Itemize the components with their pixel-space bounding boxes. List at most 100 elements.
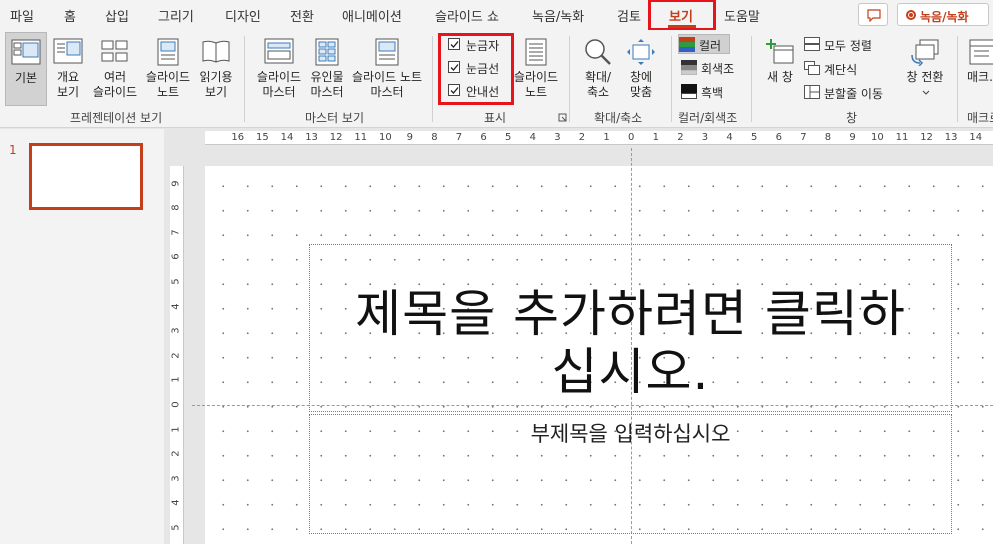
zoom-button[interactable]: 확대/ 축소 xyxy=(577,32,619,106)
slide-sorter-button[interactable]: 여러 슬라이드 xyxy=(89,32,141,106)
tab-slideshow[interactable]: 슬라이드 쇼 xyxy=(435,6,499,25)
comments-button[interactable] xyxy=(858,3,888,26)
record-label: 녹음/녹화 xyxy=(920,10,969,24)
normal-view-label: 기본 xyxy=(14,71,38,85)
reading-view-button[interactable]: 읽기용 보기 xyxy=(195,32,237,106)
tab-insert[interactable]: 삽입 xyxy=(105,6,129,25)
switch-windows-button[interactable]: 창 전환 xyxy=(901,32,949,106)
slide-thumbnail[interactable] xyxy=(29,143,143,210)
ruler-tick-label: 3 xyxy=(170,475,182,482)
ruler-tick-label: 10 xyxy=(379,132,392,143)
notes-button[interactable]: 슬라이드 노트 xyxy=(512,32,560,106)
ruler-tick-label: 14 xyxy=(280,132,294,143)
ribbon-divider xyxy=(751,36,752,122)
handout-master-button[interactable]: 유인물 마스터 xyxy=(307,32,347,106)
group-label-macros: 매크로 xyxy=(967,111,993,125)
new-window-button[interactable]: 새 창 xyxy=(758,32,802,106)
notes-label: 슬라이드 노트 xyxy=(513,70,559,99)
ruler-tick-label: 11 xyxy=(354,132,368,143)
horizontal-ruler: 16 15 14 13 12 11 10 9 8 7 6 5 4 3 2 1 0 1 2 3 4 5 6 7 8 9 10 11 12 1… xyxy=(205,131,993,145)
ruler-tick-label: 8 xyxy=(431,132,438,143)
tab-animations[interactable]: 애니메이션 xyxy=(342,6,402,25)
ruler-tick-label: 10 xyxy=(871,132,884,143)
outline-view-button[interactable]: 개요 보기 xyxy=(48,32,88,106)
normal-view-button[interactable]: 기본 xyxy=(5,32,47,106)
arrange-all-button[interactable]: 모두 정렬 xyxy=(804,35,884,55)
color-label: 컬러 xyxy=(699,39,722,53)
ruler-tick-label: 6 xyxy=(775,132,782,143)
group-label-zoom: 확대/축소 xyxy=(594,111,643,125)
outline-view-label: 개요 보기 xyxy=(56,70,80,99)
ruler-tick-label: 9 xyxy=(849,132,856,143)
ribbon-divider xyxy=(569,36,570,122)
fit-to-window-label: 창에 맞춤 xyxy=(629,70,653,99)
handout-master-label: 유인물 마스터 xyxy=(310,70,344,99)
ruler-tick-label: 3 xyxy=(170,327,182,334)
grayscale-button[interactable]: 회색조 xyxy=(681,58,741,78)
thumbnail-pane: 1 xyxy=(0,129,164,544)
notes-page-label: 슬라이드 노트 xyxy=(145,70,191,99)
ribbon-divider xyxy=(432,36,433,122)
tab-review[interactable]: 검토 xyxy=(617,6,641,25)
fit-window-icon xyxy=(627,39,655,65)
ruler-tick-label: 5 xyxy=(505,132,512,143)
tab-transitions[interactable]: 전환 xyxy=(290,6,314,25)
ruler-tick-label: 1 xyxy=(170,425,182,433)
ribbon: 기본 개요 보기 여러 슬라이드 슬라이드 노트 읽기용 보기 프레젠테이션 보… xyxy=(0,30,993,128)
ruler-tick-label: 9 xyxy=(406,132,413,143)
chevron-down-icon xyxy=(922,90,930,95)
macros-button[interactable]: 매크... xyxy=(963,32,993,106)
color-swatch-icon xyxy=(679,37,695,52)
ruler-tick-label: 7 xyxy=(800,132,807,143)
color-button[interactable]: 컬러 xyxy=(678,34,730,54)
record-button[interactable]: 녹음/녹화 xyxy=(897,3,989,26)
ruler-tick-label: 4 xyxy=(170,302,182,310)
title-placeholder-text: 제목을 추가하려면 클릭하 십시오. xyxy=(355,285,906,401)
view-tab-highlight xyxy=(648,0,716,31)
macro-icon xyxy=(969,39,993,65)
ribbon-divider xyxy=(244,36,245,122)
notes-page-button[interactable]: 슬라이드 노트 xyxy=(142,32,194,106)
ruler-tick-label: 2 xyxy=(677,132,684,143)
group-label-color: 컬러/회색조 xyxy=(678,111,738,125)
ruler-tick-label: 7 xyxy=(170,229,182,236)
tab-file[interactable]: 파일 xyxy=(10,6,34,25)
ruler-tick-label: 13 xyxy=(305,132,318,143)
notes-page-icon xyxy=(157,38,179,66)
ruler-tick-label: 6 xyxy=(480,132,487,143)
fit-to-window-button[interactable]: 창에 맞춤 xyxy=(620,32,662,106)
tab-recording[interactable]: 녹음/녹화 xyxy=(532,6,584,25)
title-placeholder[interactable]: 제목을 추가하려면 클릭하 십시오. xyxy=(309,244,952,412)
move-split-button[interactable]: 분할줄 이동 xyxy=(804,83,896,103)
ruler-tick-label: 7 xyxy=(455,132,463,143)
cascade-label: 계단식 xyxy=(824,63,858,77)
tab-draw[interactable]: 그리기 xyxy=(158,6,194,25)
slide-master-button[interactable]: 슬라이드 마스터 xyxy=(252,32,306,106)
arrange-all-label: 모두 정렬 xyxy=(824,39,872,53)
ribbon-divider xyxy=(957,36,958,122)
dialog-launcher-icon[interactable] xyxy=(558,113,567,122)
slide-number: 1 xyxy=(9,143,17,157)
group-label-master-views: 마스터 보기 xyxy=(305,111,365,125)
black-white-label: 흑백 xyxy=(701,86,724,100)
tab-home[interactable]: 홈 xyxy=(64,6,76,25)
vertical-ruler: 9 8 7 6 5 4 3 2 1 0 1 2 3 4 5 xyxy=(170,166,184,544)
tab-help[interactable]: 도움말 xyxy=(724,6,760,25)
slide-sorter-label: 여러 슬라이드 xyxy=(92,70,138,99)
ruler-tick-label: 12 xyxy=(920,132,933,143)
comment-icon xyxy=(867,9,881,22)
cascade-button[interactable]: 계단식 xyxy=(804,59,864,79)
subtitle-placeholder-text: 부제목을 입력하십시오 xyxy=(530,422,731,446)
tab-design[interactable]: 디자인 xyxy=(225,6,261,25)
ruler-tick-label: 3 xyxy=(701,132,709,143)
black-white-button[interactable]: 흑백 xyxy=(681,82,733,102)
slide-master-label: 슬라이드 마스터 xyxy=(256,70,302,99)
notes-master-button[interactable]: 슬라이드 노트 마스터 xyxy=(348,32,426,106)
show-group-highlight xyxy=(438,33,514,105)
subtitle-placeholder[interactable]: 부제목을 입력하십시오 xyxy=(309,414,952,534)
ruler-tick-label: 2 xyxy=(578,132,586,143)
slide-master-icon xyxy=(264,38,294,64)
ruler-tick-label: 12 xyxy=(329,132,343,143)
ruler-tick-label: 5 xyxy=(170,278,182,285)
menu-bar: 파일 홈 삽입 그리기 디자인 전환 애니메이션 슬라이드 쇼 녹음/녹화 검토… xyxy=(0,0,993,31)
